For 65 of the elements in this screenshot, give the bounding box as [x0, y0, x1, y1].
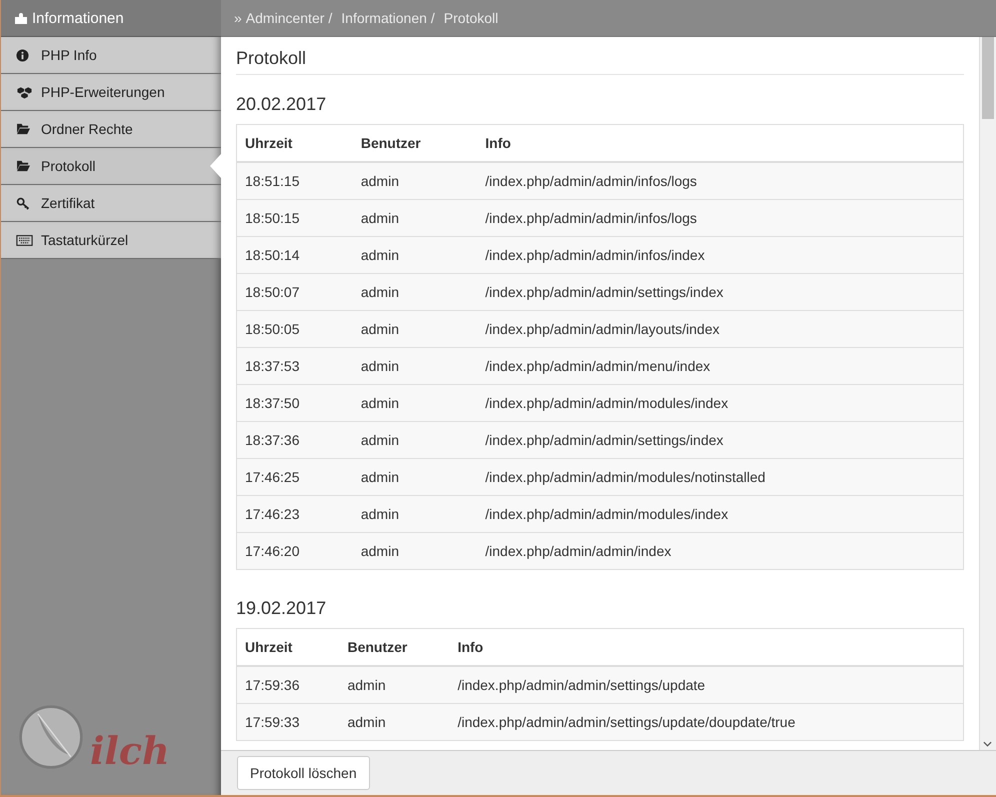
table-cell: 18:51:15	[236, 162, 353, 200]
sidebar-item[interactable]: PHP-Erweiterungen	[1, 74, 221, 111]
scrollbar[interactable]	[979, 37, 996, 750]
sidebar-item[interactable]: Protokoll	[1, 148, 221, 185]
table-cell: /index.php/admin/admin/infos/logs	[477, 162, 964, 200]
table-cell: 18:50:07	[236, 274, 353, 310]
keyboard-icon	[16, 234, 33, 246]
table-cell: 18:50:14	[236, 236, 353, 274]
table-cell: 18:37:50	[236, 384, 353, 422]
breadcrumb-separator: /	[430, 10, 435, 26]
table-cell: admin	[352, 200, 478, 236]
sidebar-item[interactable]: Tastaturkürzel	[1, 222, 221, 259]
table-cell: /index.php/admin/admin/settings/update	[450, 666, 964, 704]
cubes-icon	[16, 86, 33, 98]
table-cell: admin	[352, 496, 478, 532]
table-cell: /index.php/admin/admin/menu/index	[477, 348, 964, 384]
table-cell: admin	[352, 422, 478, 458]
table-cell: admin	[352, 384, 478, 422]
table-cell: 18:50:05	[236, 310, 353, 348]
scroll-down-icon[interactable]	[983, 741, 992, 747]
folder-icon	[16, 160, 31, 172]
page-title: Protokoll	[236, 48, 964, 75]
key-icon	[16, 196, 31, 210]
table-cell: admin	[339, 666, 450, 704]
table-cell: 18:37:53	[236, 348, 353, 384]
table-cell: /index.php/admin/admin/modules/index	[477, 496, 964, 532]
table-cell: /index.php/admin/admin/layouts/index	[477, 310, 964, 348]
table-cell: admin	[352, 236, 478, 274]
table-cell: /index.php/admin/admin/modules/index	[477, 384, 964, 422]
table-cell: 17:59:36	[236, 666, 340, 704]
puzzle-icon	[13, 10, 29, 26]
table-cell: /index.php/admin/admin/modules/notinstalled	[477, 458, 964, 496]
table-cell: 17:46:25	[236, 458, 353, 496]
table-cell: admin	[352, 532, 478, 570]
sidebar-item[interactable]: Ordner Rechte	[1, 111, 221, 148]
table-cell: /index.php/admin/admin/infos/logs	[477, 200, 964, 236]
table-cell: admin	[352, 458, 478, 496]
table-cell: /index.php/admin/admin/infos/index	[477, 236, 964, 274]
breadcrumb-marker: »	[234, 10, 242, 26]
feather-icon	[18, 704, 84, 770]
table-cell: /index.php/admin/admin/index	[477, 532, 964, 570]
sidebar-title: Informationen	[32, 10, 124, 26]
table-cell: /index.php/admin/admin/settings/index	[477, 422, 964, 458]
table-cell: /index.php/admin/admin/settings/update/doupdate/true	[450, 704, 964, 740]
breadcrumb-separator: /	[328, 10, 332, 26]
folder-icon	[16, 123, 31, 135]
sidebar-item[interactable]: PHP Info	[1, 37, 221, 74]
table-cell: admin	[352, 310, 478, 348]
sidebar-item[interactable]: Zertifikat	[1, 185, 221, 222]
table-cell: /index.php/admin/admin/settings/index	[477, 274, 964, 310]
clear-log-button[interactable]: Protokoll löschen	[237, 756, 370, 790]
table-cell: admin	[352, 162, 478, 200]
logo-text: ilch	[90, 732, 170, 770]
table-cell: admin	[352, 274, 478, 310]
table-cell: 17:46:23	[236, 496, 353, 532]
scrollbar-thumb[interactable]	[982, 37, 994, 119]
table-cell: 18:37:36	[236, 422, 353, 458]
table-cell: 18:50:15	[236, 200, 353, 236]
date-heading: 20.02.2017	[236, 94, 328, 115]
table-cell: 17:59:33	[236, 704, 340, 740]
date-heading: 19.02.2017	[236, 598, 328, 619]
info-icon	[16, 48, 29, 62]
table-cell: admin	[352, 348, 478, 384]
table-cell: 17:46:20	[236, 532, 353, 570]
table-cell: admin	[339, 704, 450, 740]
